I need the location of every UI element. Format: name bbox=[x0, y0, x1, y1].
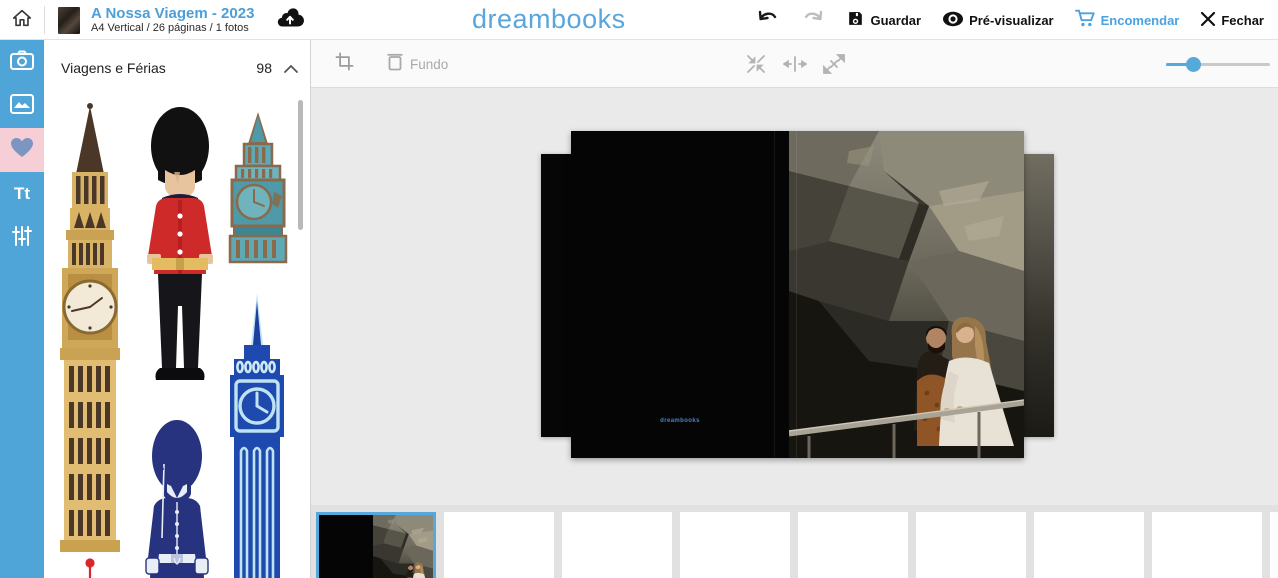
cover-fold-line bbox=[796, 131, 797, 458]
undo-icon bbox=[756, 9, 780, 32]
undo-button[interactable] bbox=[756, 9, 780, 32]
page-thumbnail-blank[interactable] bbox=[1270, 512, 1278, 578]
close-icon bbox=[1200, 11, 1216, 30]
thumbnail-front-cover bbox=[373, 515, 433, 578]
trash-icon bbox=[387, 52, 403, 76]
sidebar-item-photos[interactable] bbox=[0, 40, 44, 84]
expand-diagonal-icon[interactable] bbox=[823, 53, 845, 75]
close-button[interactable]: Fechar bbox=[1200, 11, 1264, 30]
page-thumbnail-blank[interactable] bbox=[1152, 512, 1262, 578]
redo-button[interactable] bbox=[801, 9, 825, 32]
image-icon bbox=[10, 94, 34, 119]
page-thumbnail-blank[interactable] bbox=[562, 512, 672, 578]
sidebar-item-text[interactable]: Tt bbox=[0, 172, 44, 216]
page-thumbnail-blank[interactable] bbox=[680, 512, 790, 578]
back-cover-page[interactable]: dreambooks bbox=[571, 131, 789, 458]
crop-icon bbox=[334, 51, 355, 77]
page-thumbnail-blank[interactable] bbox=[798, 512, 908, 578]
sidebar-item-layouts[interactable] bbox=[0, 84, 44, 128]
order-button[interactable]: Encomendar bbox=[1075, 9, 1180, 31]
tool-sidebar: Tt bbox=[0, 40, 44, 578]
work-zone: Fundo bbox=[310, 40, 1278, 578]
cloud-sync-button[interactable] bbox=[276, 8, 304, 33]
page-thumbnail-blank[interactable] bbox=[444, 512, 554, 578]
save-icon bbox=[846, 9, 865, 31]
front-cover-photo[interactable] bbox=[789, 131, 1024, 458]
book-canvas[interactable]: dreambooks bbox=[311, 88, 1278, 505]
camera-icon bbox=[10, 50, 34, 75]
zoom-slider-thumb[interactable] bbox=[1186, 57, 1201, 72]
filmstrip-track bbox=[316, 512, 1278, 578]
cloud-upload-icon bbox=[276, 8, 304, 33]
clipart-big-ben-gold[interactable] bbox=[58, 102, 122, 558]
save-button[interactable]: Guardar bbox=[846, 9, 921, 31]
cart-icon bbox=[1075, 9, 1096, 31]
sidebar-item-cliparts[interactable] bbox=[0, 128, 44, 172]
save-label: Guardar bbox=[870, 13, 921, 28]
cover-spread: dreambooks bbox=[571, 131, 1024, 458]
divider bbox=[44, 6, 45, 34]
clipart-category-header[interactable]: Viagens e Férias 98 bbox=[44, 40, 310, 96]
sidebar-item-settings[interactable] bbox=[0, 216, 44, 260]
delete-background-button[interactable]: Fundo bbox=[387, 52, 448, 76]
canvas-toolbar: Fundo bbox=[311, 40, 1278, 88]
clipart-london-pin-red[interactable] bbox=[84, 558, 96, 578]
project-specs: A4 Vertical / 26 páginas / 1 fotos bbox=[91, 22, 254, 35]
top-bar: A Nossa Viagem - 2023 A4 Vertical / 26 p… bbox=[0, 0, 1278, 40]
page-thumbnail-blank[interactable] bbox=[1034, 512, 1144, 578]
panel-scrollbar[interactable] bbox=[298, 100, 303, 230]
photobook-editor: A Nossa Viagem - 2023 A4 Vertical / 26 p… bbox=[0, 0, 1278, 578]
close-label: Fechar bbox=[1221, 13, 1264, 28]
collapse-diagonal-icon[interactable] bbox=[745, 53, 767, 75]
zoom-slider[interactable] bbox=[1166, 40, 1270, 88]
eye-icon bbox=[942, 11, 964, 30]
home-button[interactable] bbox=[0, 0, 44, 40]
page-filmstrip bbox=[311, 505, 1278, 578]
split-horizontal-icon[interactable] bbox=[783, 55, 807, 73]
dreambooks-logo: dreambooks bbox=[472, 4, 626, 35]
clipart-panel: Viagens e Férias 98 bbox=[44, 40, 310, 578]
clipart-royal-guard-red[interactable] bbox=[134, 106, 226, 410]
project-title[interactable]: A Nossa Viagem - 2023 bbox=[91, 5, 254, 22]
page-thumbnail-cover-selected[interactable] bbox=[316, 512, 436, 578]
background-label: Fundo bbox=[410, 57, 448, 72]
spine-fold-line bbox=[774, 131, 775, 458]
tune-icon bbox=[12, 226, 32, 251]
project-thumbnail[interactable] bbox=[58, 7, 80, 34]
order-label: Encomendar bbox=[1101, 13, 1180, 28]
heart-icon bbox=[10, 137, 34, 163]
clipart-royal-guard-navy[interactable] bbox=[138, 418, 216, 578]
page-thumbnail-blank[interactable] bbox=[916, 512, 1026, 578]
clipart-category-title: Viagens e Férias bbox=[61, 60, 166, 76]
redo-icon bbox=[801, 9, 825, 32]
chevron-up-icon[interactable] bbox=[284, 60, 298, 78]
clipart-big-ben-blue-tower[interactable] bbox=[222, 293, 292, 578]
crop-button[interactable] bbox=[334, 51, 355, 77]
thumbnail-back-cover bbox=[319, 515, 373, 578]
zoom-slider-track[interactable] bbox=[1166, 63, 1270, 66]
preview-label: Pré-visualizar bbox=[969, 13, 1054, 28]
text-icon: Tt bbox=[14, 184, 30, 204]
preview-button[interactable]: Pré-visualizar bbox=[942, 11, 1054, 30]
clipart-big-ben-teal[interactable] bbox=[224, 110, 292, 264]
clipart-category-count: 98 bbox=[256, 60, 272, 76]
cover-brand-logo: dreambooks bbox=[571, 418, 789, 424]
home-icon bbox=[11, 7, 33, 34]
cover-photo-image bbox=[789, 131, 1024, 458]
